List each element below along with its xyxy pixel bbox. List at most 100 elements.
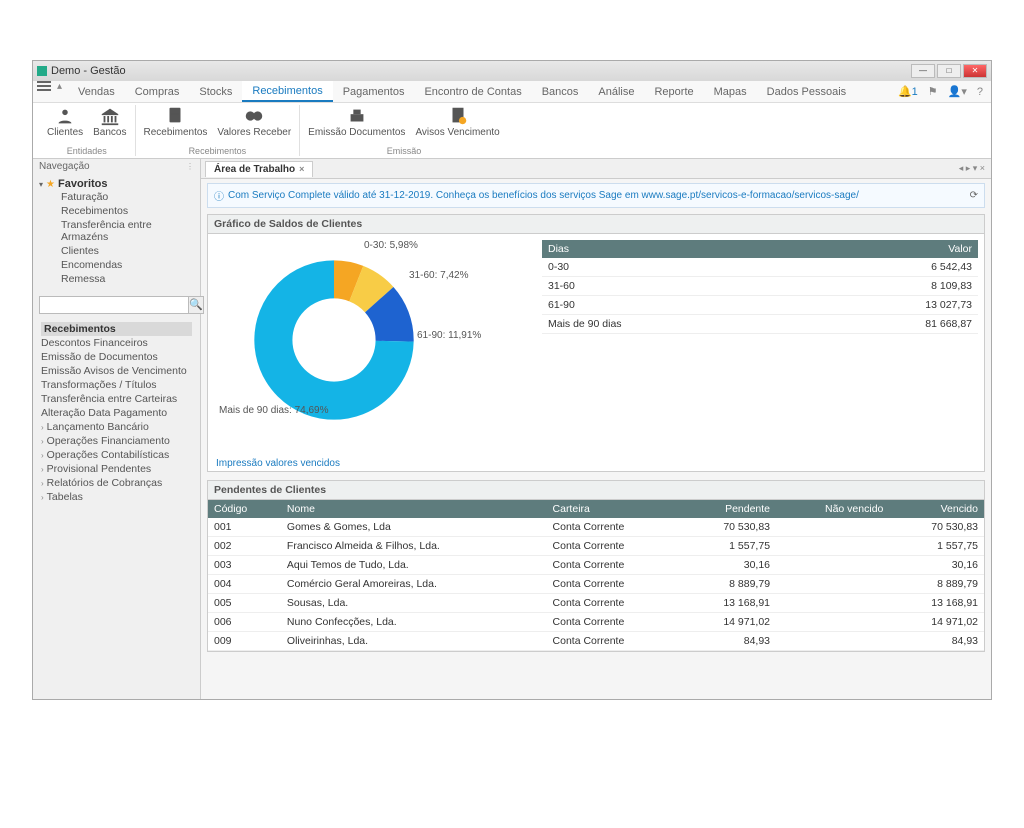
cat-item-expandable[interactable]: ›Operações Financiamento	[41, 434, 192, 448]
hamburger-icon[interactable]	[37, 81, 51, 102]
favorites-root[interactable]: ▾ ★ Favoritos	[39, 178, 194, 190]
table-row[interactable]: 002Francisco Almeida & Filhos, Lda.Conta…	[208, 537, 984, 556]
table-row: 61-9013 027,73	[542, 296, 978, 315]
cat-item[interactable]: Emissão de Documentos	[41, 350, 192, 364]
chevron-right-icon: ›	[41, 493, 44, 502]
menu-item-encontro-de-contas[interactable]: Encontro de Contas	[414, 81, 531, 102]
refresh-icon[interactable]: ⟳	[970, 190, 978, 201]
valores-receber-button[interactable]: Valores Receber	[217, 105, 291, 138]
panel-pendentes: Pendentes de Clientes CódigoNomeCarteira…	[207, 480, 985, 652]
link-impressao-vencidos[interactable]: Impressão valores vencidos	[208, 456, 984, 471]
menu-item-mapas[interactable]: Mapas	[704, 81, 757, 102]
menu-item-pagamentos[interactable]: Pagamentos	[333, 81, 415, 102]
pend-th: Carteira	[547, 500, 682, 518]
close-tab-icon[interactable]: ×	[299, 164, 304, 174]
collapse-menu-icon[interactable]: ▴	[57, 81, 62, 102]
flag-icon[interactable]: ⚑	[928, 85, 938, 98]
saldo-th-dias: Dias	[542, 240, 801, 258]
avisos-vencimento-button[interactable]: Avisos Vencimento	[415, 105, 499, 138]
table-row: Mais de 90 dias81 668,87	[542, 315, 978, 334]
cat-item-expandable[interactable]: ›Lançamento Bancário	[41, 420, 192, 434]
nav-item[interactable]: Recebimentos	[61, 204, 194, 218]
cat-item[interactable]: Recebimentos	[41, 322, 192, 336]
ribbon-group-entidades: Entidades	[67, 146, 107, 156]
notification-icon[interactable]: 🔔1	[898, 85, 918, 98]
info-icon: ⓘ	[214, 188, 224, 203]
table-row: 31-608 109,83	[542, 277, 978, 296]
recebimentos-button[interactable]: Recebimentos	[144, 105, 208, 138]
chevron-down-icon: ▾	[39, 180, 43, 189]
menu-item-análise[interactable]: Análise	[588, 81, 644, 102]
chevron-right-icon: ›	[41, 437, 44, 446]
cat-item[interactable]: Descontos Financeiros	[41, 336, 192, 350]
pend-th: Vencido	[889, 500, 984, 518]
cat-item[interactable]: Alteração Data Pagamento	[41, 406, 192, 420]
emissao-documentos-button[interactable]: Emissão Documentos	[308, 105, 405, 138]
ribbon: Clientes Bancos Entidades Recebimentos V…	[33, 103, 991, 159]
chevron-right-icon: ›	[41, 465, 44, 474]
nav-item[interactable]: Faturação	[61, 190, 194, 204]
cat-item[interactable]: Emissão Avisos de Vencimento	[41, 364, 192, 378]
table-row[interactable]: 009Oliveirinhas, Lda.Conta Corrente84,93…	[208, 632, 984, 651]
titlebar: Demo - Gestão — □ ✕	[33, 61, 991, 81]
table-row[interactable]: 003Aqui Temos de Tudo, Lda.Conta Corrent…	[208, 556, 984, 575]
saldo-table: Dias Valor 0-306 542,4331-608 109,8361-9…	[542, 240, 978, 334]
menu-item-bancos[interactable]: Bancos	[532, 81, 589, 102]
menu-item-stocks[interactable]: Stocks	[189, 81, 242, 102]
table-row[interactable]: 004Comércio Geral Amoreiras, Lda.Conta C…	[208, 575, 984, 594]
panel-pendentes-title: Pendentes de Clientes	[208, 481, 984, 500]
user-icon[interactable]: 👤▾	[948, 85, 967, 98]
star-icon: ★	[46, 179, 55, 190]
minimize-button[interactable]: —	[911, 64, 935, 78]
tabstrip-controls[interactable]: ◂ ▸ ▾ ×	[959, 163, 991, 174]
chevron-right-icon: ›	[41, 423, 44, 432]
tab-area-trabalho[interactable]: Área de Trabalho ×	[205, 161, 313, 177]
donut-label: 0-30: 5,98%	[364, 240, 418, 251]
cat-item-expandable[interactable]: ›Tabelas	[41, 490, 192, 504]
menu-item-compras[interactable]: Compras	[125, 81, 190, 102]
menu-item-reporte[interactable]: Reporte	[644, 81, 703, 102]
nav-item[interactable]: Clientes	[61, 244, 194, 258]
cat-item[interactable]: Transformações / Títulos	[41, 378, 192, 392]
table-row[interactable]: 006Nuno Confecções, Lda.Conta Corrente14…	[208, 613, 984, 632]
nav-item[interactable]: Transferência entre Armazéns	[61, 218, 194, 244]
maximize-button[interactable]: □	[937, 64, 961, 78]
pend-th: Código	[208, 500, 281, 518]
menu-item-vendas[interactable]: Vendas	[68, 81, 125, 102]
saldo-th-valor: Valor	[801, 240, 978, 258]
cat-item-expandable[interactable]: ›Provisional Pendentes	[41, 462, 192, 476]
donut-label: 61-90: 11,91%	[417, 330, 481, 341]
table-row[interactable]: 005Sousas, Lda.Conta Corrente13 168,9113…	[208, 594, 984, 613]
pend-th: Nome	[281, 500, 547, 518]
menu-item-dados-pessoais[interactable]: Dados Pessoais	[757, 81, 857, 102]
donut-label: 31-60: 7,42%	[409, 270, 469, 281]
cat-item[interactable]: Transferência entre Carteiras	[41, 392, 192, 406]
tabstrip: Área de Trabalho × ◂ ▸ ▾ ×	[201, 159, 991, 179]
panel-saldos-title: Gráfico de Saldos de Clientes	[208, 215, 984, 234]
donut-chart: 0-30: 5,98% 31-60: 7,42% 61-90: 11,91% Mais…	[214, 240, 534, 450]
nav-item[interactable]: Remessa	[61, 272, 194, 286]
chevron-right-icon: ›	[41, 479, 44, 488]
help-icon[interactable]: ?	[977, 86, 983, 98]
sidebar: Navegação⋮ ▾ ★ Favoritos FaturaçãoRecebi…	[33, 159, 201, 699]
menubar: ▴ VendasComprasStocksRecebimentosPagamen…	[33, 81, 991, 103]
cat-item-expandable[interactable]: ›Operações Contabilísticas	[41, 448, 192, 462]
app-icon	[37, 66, 47, 76]
main-area: Área de Trabalho × ◂ ▸ ▾ × ⓘ Com Serviço…	[201, 159, 991, 699]
chevron-right-icon: ›	[41, 451, 44, 460]
cat-item-expandable[interactable]: ›Relatórios de Cobranças	[41, 476, 192, 490]
sidebar-title: Navegação⋮	[33, 159, 200, 174]
panel-saldos: Gráfico de Saldos de Clientes 0-30: 5,98…	[207, 214, 985, 472]
pend-th: Pendente	[681, 500, 776, 518]
table-row: 0-306 542,43	[542, 258, 978, 277]
close-button[interactable]: ✕	[963, 64, 987, 78]
nav-item[interactable]: Encomendas	[61, 258, 194, 272]
favorites-label: Favoritos	[58, 178, 108, 190]
bancos-button[interactable]: Bancos	[93, 105, 126, 138]
menu-item-recebimentos[interactable]: Recebimentos	[242, 81, 332, 102]
search-input[interactable]	[39, 296, 189, 314]
donut-label: Mais de 90 dias: 74,69%	[219, 405, 329, 416]
clientes-button[interactable]: Clientes	[47, 105, 83, 138]
table-row[interactable]: 001Gomes & Gomes, LdaConta Corrente70 53…	[208, 518, 984, 537]
ribbon-group-emissao: Emissão	[387, 146, 422, 156]
